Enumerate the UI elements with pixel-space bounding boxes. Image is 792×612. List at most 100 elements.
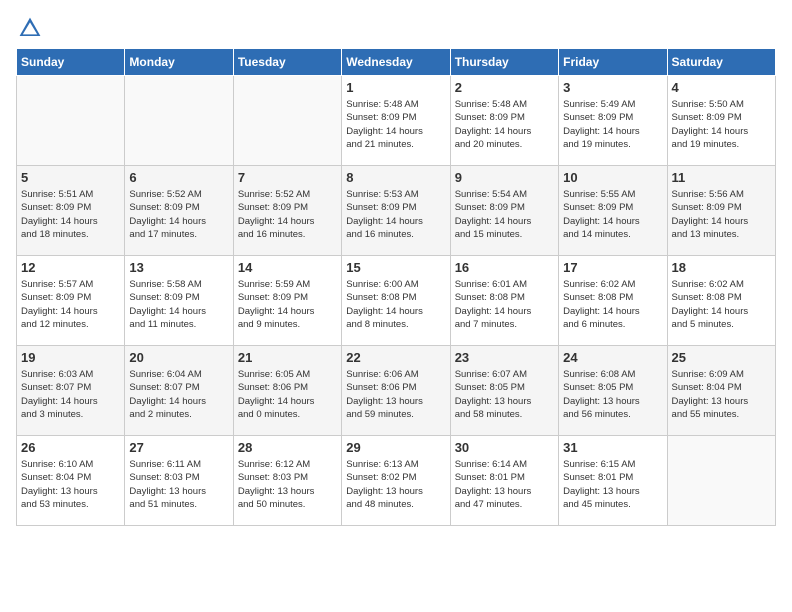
day-info: Sunrise: 6:03 AMSunset: 8:07 PMDaylight:… bbox=[21, 368, 120, 421]
day-info: Sunrise: 5:49 AMSunset: 8:09 PMDaylight:… bbox=[563, 98, 662, 151]
logo bbox=[16, 16, 42, 40]
day-info: Sunrise: 6:15 AMSunset: 8:01 PMDaylight:… bbox=[563, 458, 662, 511]
day-number: 2 bbox=[455, 80, 554, 95]
day-info: Sunrise: 6:10 AMSunset: 8:04 PMDaylight:… bbox=[21, 458, 120, 511]
calendar-cell bbox=[233, 76, 341, 166]
day-info: Sunrise: 6:05 AMSunset: 8:06 PMDaylight:… bbox=[238, 368, 337, 421]
day-number: 30 bbox=[455, 440, 554, 455]
day-number: 24 bbox=[563, 350, 662, 365]
calendar-cell: 4 Sunrise: 5:50 AMSunset: 8:09 PMDaylight… bbox=[667, 76, 775, 166]
calendar-cell: 7 Sunrise: 5:52 AMSunset: 8:09 PMDaylight… bbox=[233, 166, 341, 256]
day-info: Sunrise: 6:02 AMSunset: 8:08 PMDaylight:… bbox=[563, 278, 662, 331]
day-number: 29 bbox=[346, 440, 445, 455]
header-wednesday: Wednesday bbox=[342, 49, 450, 76]
day-info: Sunrise: 6:08 AMSunset: 8:05 PMDaylight:… bbox=[563, 368, 662, 421]
header-row: SundayMondayTuesdayWednesdayThursdayFrid… bbox=[17, 49, 776, 76]
day-number: 10 bbox=[563, 170, 662, 185]
day-number: 6 bbox=[129, 170, 228, 185]
day-number: 17 bbox=[563, 260, 662, 275]
calendar-cell: 27 Sunrise: 6:11 AMSunset: 8:03 PMDayligh… bbox=[125, 436, 233, 526]
day-info: Sunrise: 5:48 AMSunset: 8:09 PMDaylight:… bbox=[455, 98, 554, 151]
calendar-cell: 2 Sunrise: 5:48 AMSunset: 8:09 PMDaylight… bbox=[450, 76, 558, 166]
calendar-cell: 3 Sunrise: 5:49 AMSunset: 8:09 PMDaylight… bbox=[559, 76, 667, 166]
day-number: 23 bbox=[455, 350, 554, 365]
calendar-week-3: 12 Sunrise: 5:57 AMSunset: 8:09 PMDayligh… bbox=[17, 256, 776, 346]
day-info: Sunrise: 5:59 AMSunset: 8:09 PMDaylight:… bbox=[238, 278, 337, 331]
calendar-cell: 19 Sunrise: 6:03 AMSunset: 8:07 PMDayligh… bbox=[17, 346, 125, 436]
day-number: 19 bbox=[21, 350, 120, 365]
calendar-table: SundayMondayTuesdayWednesdayThursdayFrid… bbox=[16, 48, 776, 526]
day-info: Sunrise: 5:58 AMSunset: 8:09 PMDaylight:… bbox=[129, 278, 228, 331]
day-info: Sunrise: 5:57 AMSunset: 8:09 PMDaylight:… bbox=[21, 278, 120, 331]
calendar-cell: 20Sunrise: 6:04 AMSunset: 8:07 PMDayligh… bbox=[125, 346, 233, 436]
calendar-cell bbox=[125, 76, 233, 166]
day-info: Sunrise: 5:55 AMSunset: 8:09 PMDaylight:… bbox=[563, 188, 662, 241]
day-info: Sunrise: 5:52 AMSunset: 8:09 PMDaylight:… bbox=[129, 188, 228, 241]
day-info: Sunrise: 5:53 AMSunset: 8:09 PMDaylight:… bbox=[346, 188, 445, 241]
day-number: 3 bbox=[563, 80, 662, 95]
calendar-cell: 10 Sunrise: 5:55 AMSunset: 8:09 PMDayligh… bbox=[559, 166, 667, 256]
day-info: Sunrise: 5:50 AMSunset: 8:09 PMDaylight:… bbox=[672, 98, 771, 151]
header-tuesday: Tuesday bbox=[233, 49, 341, 76]
calendar-cell: 23 Sunrise: 6:07 AMSunset: 8:05 PMDayligh… bbox=[450, 346, 558, 436]
day-info: Sunrise: 6:00 AMSunset: 8:08 PMDaylight:… bbox=[346, 278, 445, 331]
day-number: 16 bbox=[455, 260, 554, 275]
day-number: 1 bbox=[346, 80, 445, 95]
day-number: 26 bbox=[21, 440, 120, 455]
day-info: Sunrise: 5:48 AMSunset: 8:09 PMDaylight:… bbox=[346, 98, 445, 151]
day-info: Sunrise: 6:11 AMSunset: 8:03 PMDaylight:… bbox=[129, 458, 228, 511]
calendar-cell: 9 Sunrise: 5:54 AMSunset: 8:09 PMDaylight… bbox=[450, 166, 558, 256]
day-info: Sunrise: 5:54 AMSunset: 8:09 PMDaylight:… bbox=[455, 188, 554, 241]
calendar-cell: 31 Sunrise: 6:15 AMSunset: 8:01 PMDayligh… bbox=[559, 436, 667, 526]
header-friday: Friday bbox=[559, 49, 667, 76]
calendar-cell: 11Sunrise: 5:56 AMSunset: 8:09 PMDayligh… bbox=[667, 166, 775, 256]
calendar-cell: 24 Sunrise: 6:08 AMSunset: 8:05 PMDayligh… bbox=[559, 346, 667, 436]
day-number: 28 bbox=[238, 440, 337, 455]
calendar-cell: 25 Sunrise: 6:09 AMSunset: 8:04 PMDayligh… bbox=[667, 346, 775, 436]
day-number: 12 bbox=[21, 260, 120, 275]
calendar-cell: 1 Sunrise: 5:48 AMSunset: 8:09 PMDaylight… bbox=[342, 76, 450, 166]
calendar-cell: 16Sunrise: 6:01 AMSunset: 8:08 PMDayligh… bbox=[450, 256, 558, 346]
logo-icon bbox=[18, 16, 42, 40]
day-number: 27 bbox=[129, 440, 228, 455]
day-number: 7 bbox=[238, 170, 337, 185]
calendar-week-5: 26 Sunrise: 6:10 AMSunset: 8:04 PMDayligh… bbox=[17, 436, 776, 526]
calendar-cell: 21 Sunrise: 6:05 AMSunset: 8:06 PMDayligh… bbox=[233, 346, 341, 436]
calendar-cell bbox=[17, 76, 125, 166]
day-number: 21 bbox=[238, 350, 337, 365]
day-info: Sunrise: 6:13 AMSunset: 8:02 PMDaylight:… bbox=[346, 458, 445, 511]
calendar-cell: 17 Sunrise: 6:02 AMSunset: 8:08 PMDayligh… bbox=[559, 256, 667, 346]
calendar-cell: 12 Sunrise: 5:57 AMSunset: 8:09 PMDayligh… bbox=[17, 256, 125, 346]
header-sunday: Sunday bbox=[17, 49, 125, 76]
header-saturday: Saturday bbox=[667, 49, 775, 76]
header bbox=[16, 16, 776, 40]
header-monday: Monday bbox=[125, 49, 233, 76]
calendar-cell: 30 Sunrise: 6:14 AMSunset: 8:01 PMDayligh… bbox=[450, 436, 558, 526]
day-number: 4 bbox=[672, 80, 771, 95]
day-info: Sunrise: 5:51 AMSunset: 8:09 PMDaylight:… bbox=[21, 188, 120, 241]
day-number: 13 bbox=[129, 260, 228, 275]
day-info: Sunrise: 6:14 AMSunset: 8:01 PMDaylight:… bbox=[455, 458, 554, 511]
day-info: Sunrise: 6:09 AMSunset: 8:04 PMDaylight:… bbox=[672, 368, 771, 421]
day-info: Sunrise: 6:02 AMSunset: 8:08 PMDaylight:… bbox=[672, 278, 771, 331]
calendar-week-1: 1 Sunrise: 5:48 AMSunset: 8:09 PMDaylight… bbox=[17, 76, 776, 166]
day-number: 8 bbox=[346, 170, 445, 185]
calendar-week-4: 19 Sunrise: 6:03 AMSunset: 8:07 PMDayligh… bbox=[17, 346, 776, 436]
day-info: Sunrise: 5:52 AMSunset: 8:09 PMDaylight:… bbox=[238, 188, 337, 241]
day-number: 9 bbox=[455, 170, 554, 185]
day-info: Sunrise: 6:07 AMSunset: 8:05 PMDaylight:… bbox=[455, 368, 554, 421]
calendar-cell: 26 Sunrise: 6:10 AMSunset: 8:04 PMDayligh… bbox=[17, 436, 125, 526]
day-number: 31 bbox=[563, 440, 662, 455]
day-number: 18 bbox=[672, 260, 771, 275]
calendar-week-2: 5 Sunrise: 5:51 AMSunset: 8:09 PMDaylight… bbox=[17, 166, 776, 256]
calendar-cell: 14 Sunrise: 5:59 AMSunset: 8:09 PMDayligh… bbox=[233, 256, 341, 346]
day-info: Sunrise: 6:06 AMSunset: 8:06 PMDaylight:… bbox=[346, 368, 445, 421]
day-number: 25 bbox=[672, 350, 771, 365]
day-number: 5 bbox=[21, 170, 120, 185]
day-number: 14 bbox=[238, 260, 337, 275]
calendar-cell: 13 Sunrise: 5:58 AMSunset: 8:09 PMDayligh… bbox=[125, 256, 233, 346]
calendar-cell: 8 Sunrise: 5:53 AMSunset: 8:09 PMDaylight… bbox=[342, 166, 450, 256]
day-number: 11 bbox=[672, 170, 771, 185]
calendar-cell: 5 Sunrise: 5:51 AMSunset: 8:09 PMDaylight… bbox=[17, 166, 125, 256]
calendar-cell: 22Sunrise: 6:06 AMSunset: 8:06 PMDayligh… bbox=[342, 346, 450, 436]
